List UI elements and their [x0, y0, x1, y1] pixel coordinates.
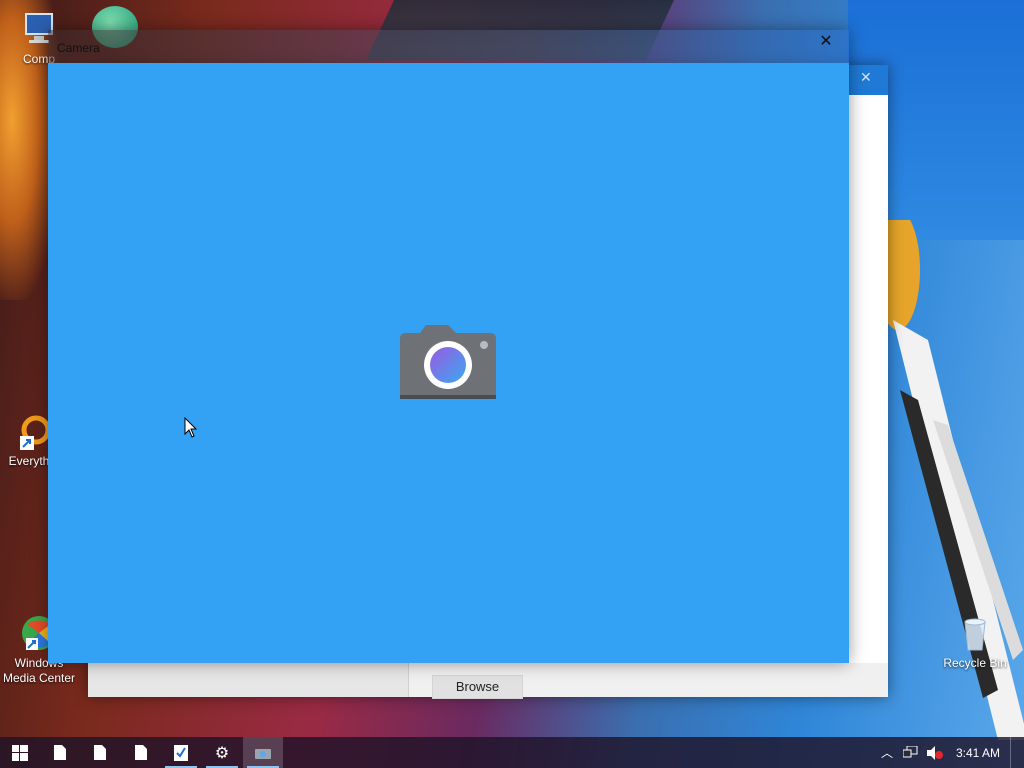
taskbar-item-document-3[interactable] [121, 737, 161, 768]
taskbar-item-document-2[interactable] [80, 737, 120, 768]
everything-search-icon [10, 412, 51, 450]
document-icon [94, 745, 106, 760]
document-icon [54, 745, 66, 760]
window-title: Camera [57, 41, 100, 55]
windows-logo-icon [12, 744, 28, 761]
background-dialog-close-button[interactable]: ✕ [860, 69, 872, 86]
gear-icon: ⚙ [214, 744, 230, 762]
desktop-icon-label: Recycle Bin [943, 656, 1007, 670]
background-dialog-left-pane [88, 663, 409, 697]
taskbar: ⚙ ︿ 3:41 AM [0, 737, 1024, 768]
document-icon [135, 745, 147, 760]
volume-muted-icon [927, 745, 943, 760]
taskbar-item-settings[interactable]: ⚙ [202, 737, 242, 768]
start-button[interactable] [0, 737, 40, 768]
tray-volume-button[interactable] [924, 737, 946, 768]
tray-clock[interactable]: 3:41 AM [950, 737, 1006, 768]
clock-time: 3:41 AM [955, 745, 1001, 760]
background-dialog-titlebar: ✕ [848, 65, 888, 95]
network-icon [903, 745, 918, 757]
show-desktop-button[interactable] [1010, 737, 1024, 768]
camera-icon [255, 748, 271, 759]
tray-show-hidden-button[interactable]: ︿ [878, 737, 896, 768]
taskbar-item-checklist[interactable] [161, 737, 201, 768]
camera-close-button[interactable]: ✕ [803, 30, 849, 56]
camera-app-window: Camera ✕ [48, 30, 849, 663]
mouse-cursor [184, 417, 198, 438]
recycle-bin-icon [956, 614, 994, 652]
tray-network-button[interactable] [900, 737, 922, 768]
browse-button[interactable]: Browse [432, 675, 523, 699]
camera-viewport[interactable] [48, 63, 849, 663]
camera-icon [400, 325, 496, 399]
taskbar-item-document-1[interactable] [40, 737, 80, 768]
camera-window-titlebar[interactable]: Camera ✕ [48, 30, 849, 63]
checklist-icon [174, 744, 188, 761]
taskbar-item-camera[interactable] [243, 737, 283, 768]
close-icon: ✕ [819, 33, 833, 50]
desktop-icon-recycle-bin[interactable]: Recycle Bin [936, 614, 1014, 671]
chevron-up-icon: ︿ [880, 746, 893, 760]
desktop-icon-label: Everyth [8, 454, 50, 468]
